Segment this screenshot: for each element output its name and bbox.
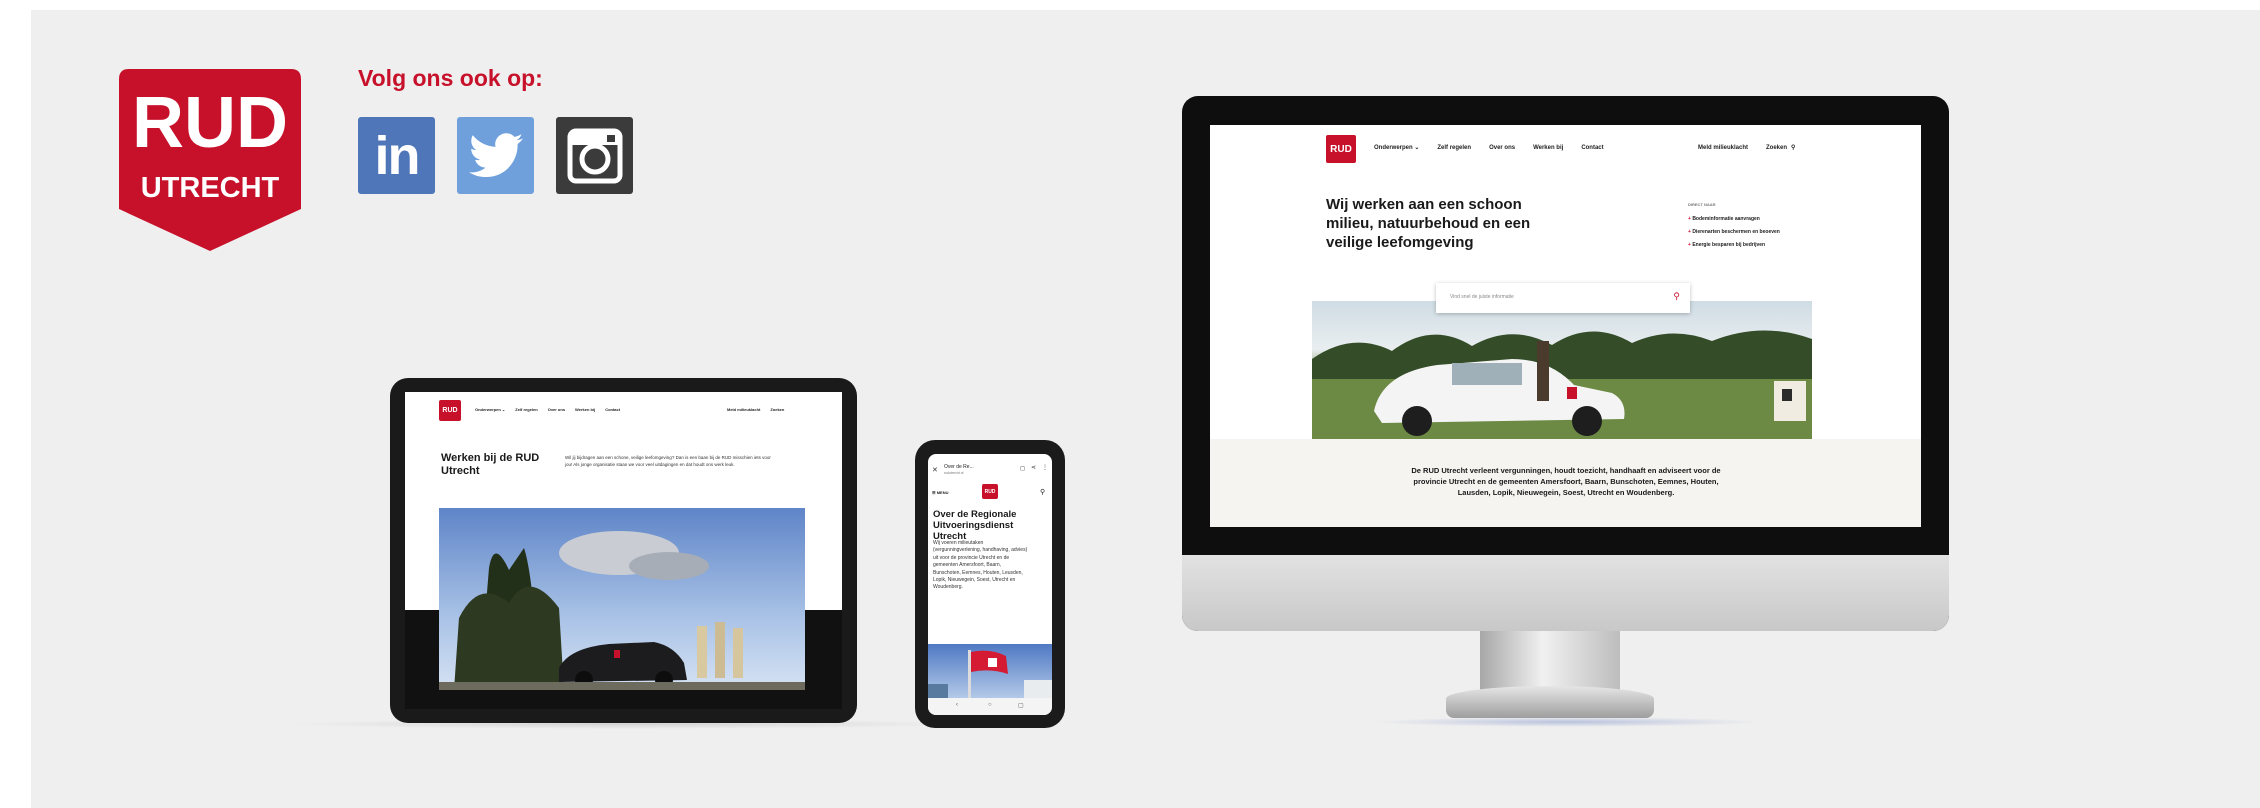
tabs-icon[interactable]: ▢ [1018,702,1024,709]
nav-contact[interactable]: Contact [1581,145,1603,151]
desktop-search-field[interactable]: Vind snel de juiste informatie ⚲ [1436,283,1690,313]
nav-zoeken[interactable]: Zoeken [770,407,784,412]
more-menu-icon[interactable]: ⋮ [1042,464,1048,471]
mobile-hero-image [928,644,1052,698]
tablet-main-nav: Onderwerpen ⌄ Zelf regelen Over ons Werk… [475,407,620,412]
desktop-nav-right: Meld milieuklacht Zoeken ⚲ [1698,144,1795,152]
desktop-main-nav: Onderwerpen ⌄ Zelf regelen Over ons Werk… [1374,144,1622,152]
search-icon[interactable]: ⚲ [1673,291,1680,302]
tablet-intro-text: Wil jij bijdragen aan een schone, veilig… [565,455,771,467]
nav-meld-milieuklacht[interactable]: Meld milieuklacht [1698,145,1748,151]
share-icon[interactable]: ⋖ [1031,464,1036,471]
logo-text-rud: RUD [132,83,288,163]
desktop-hero-title: Wij werken aan een schoon milieu, natuur… [1326,196,1531,251]
desktop-search-placeholder: Vind snel de juiste informatie [1450,294,1514,300]
direct-link-dierenarten[interactable]: + Dierenarten beschermen en beoeven [1688,226,1780,239]
tablet-hero-image [439,508,805,690]
nav-werken-bij[interactable]: Werken bij [1533,145,1563,151]
search-icon[interactable]: ⚲ [1791,144,1795,151]
nav-onderwerpen[interactable]: Onderwerpen ⌄ [1374,144,1419,151]
tablet-nav-right: Meld milieuklacht Zoeken [727,407,784,412]
search-icon[interactable]: ⚲ [1040,488,1045,496]
rud-utrecht-logo[interactable]: RUD UTRECHT [119,69,301,251]
direct-links: + Bodeminformatie aanvragen + Dierenarte… [1688,213,1780,252]
instagram-camera-icon [567,128,622,183]
nav-over-ons[interactable]: Over ons [548,407,565,412]
nav-zoeken[interactable]: Zoeken [1766,145,1787,151]
nav-over-ons[interactable]: Over ons [1489,145,1515,151]
tablet-site-logo[interactable]: RUD [439,400,461,421]
monitor-shadow [1372,717,1762,727]
browser-url: rudutrecht.nl [944,471,964,475]
mobile-body-text: Wij voeren milieutaken (vergunningverlen… [933,540,1028,591]
twitter-icon[interactable] [457,117,534,194]
direct-link-energie[interactable]: + Energie besparen bij bedrijven [1688,239,1780,252]
home-icon[interactable]: ○ [988,702,992,708]
close-icon[interactable]: ✕ [932,466,938,474]
menu-button[interactable]: ☰ MENU [932,490,949,495]
instagram-icon[interactable] [556,117,633,194]
twitter-bird-icon [468,132,523,177]
mobile-website: ✕ Over de Re... rudutrecht.nl ◻ ⋖ ⋮ ☰ ME… [928,454,1052,715]
desktop-body-text: De RUD Utrecht verleent vergunningen, ho… [1411,466,1721,497]
desktop-hero-image [1312,301,1812,439]
monitor-stand-base [1446,686,1654,718]
tablet-website: RUD Onderwerpen ⌄ Zelf regelen Over ons … [405,392,842,709]
nav-zelf-regelen[interactable]: Zelf regelen [1437,145,1471,151]
social-heading: Volg ons ook op: [358,65,543,91]
monitor-chin [1182,555,1949,631]
monitor-stand-neck [1480,631,1620,691]
nav-werken-bij[interactable]: Werken bij [575,407,595,412]
browser-tab-title: Over de Re... rudutrecht.nl [944,464,974,476]
bookmark-icon[interactable]: ◻ [1020,465,1025,472]
mobile-site-logo[interactable]: RUD [982,484,998,499]
mobile-page-title: Over de Regionale Uitvoeringsdienst Utre… [933,509,1017,542]
hamburger-icon: ☰ [932,490,936,495]
nav-meld-milieuklacht[interactable]: Meld milieuklacht [727,407,760,412]
nav-contact[interactable]: Contact [605,407,620,412]
direct-naar-label: DIRECT NAAR [1688,202,1716,207]
nav-onderwerpen[interactable]: Onderwerpen ⌄ [475,407,505,412]
desktop-site-logo[interactable]: RUD [1326,135,1356,163]
nav-zelf-regelen[interactable]: Zelf regelen [515,407,537,412]
back-icon[interactable]: ‹ [956,702,958,708]
direct-link-bodeminformatie[interactable]: + Bodeminformatie aanvragen [1688,213,1780,226]
logo-text-utrecht: UTRECHT [141,172,280,204]
desktop-website: RUD Onderwerpen ⌄ Zelf regelen Over ons … [1210,125,1921,527]
linkedin-icon[interactable]: in [358,117,435,194]
tablet-page-title: Werken bij de RUD Utrecht [441,452,540,477]
